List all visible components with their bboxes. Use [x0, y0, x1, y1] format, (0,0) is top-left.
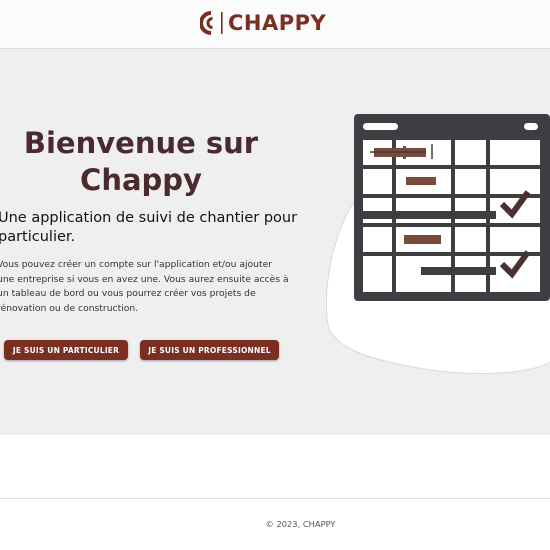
hero-subtitle: Une application de suivi de chantier pou… — [0, 210, 298, 245]
hero-section: Bienvenue sur Chappy Une application de … — [0, 49, 550, 435]
hero-title: Bienvenue sur Chappy — [23, 126, 259, 197]
site-header: CHAPPY — [0, 0, 550, 49]
copyright-text: © 2023, CHAPPY — [265, 519, 336, 529]
professionnel-button[interactable]: JE SUIS UN PROFESSIONNEL — [140, 340, 279, 360]
schedule-illustration — [326, 114, 550, 374]
footer-divider — [0, 498, 550, 499]
particulier-button[interactable]: JE SUIS UN PARTICULIER — [4, 340, 128, 360]
calendar-grid-icon — [354, 114, 550, 301]
brand-logo[interactable]: CHAPPY — [200, 11, 326, 35]
brand-name: CHAPPY — [228, 11, 327, 35]
chappy-logo-icon — [200, 11, 223, 35]
hero-description: Vous pouvez créer un compte sur l'applic… — [0, 259, 289, 314]
